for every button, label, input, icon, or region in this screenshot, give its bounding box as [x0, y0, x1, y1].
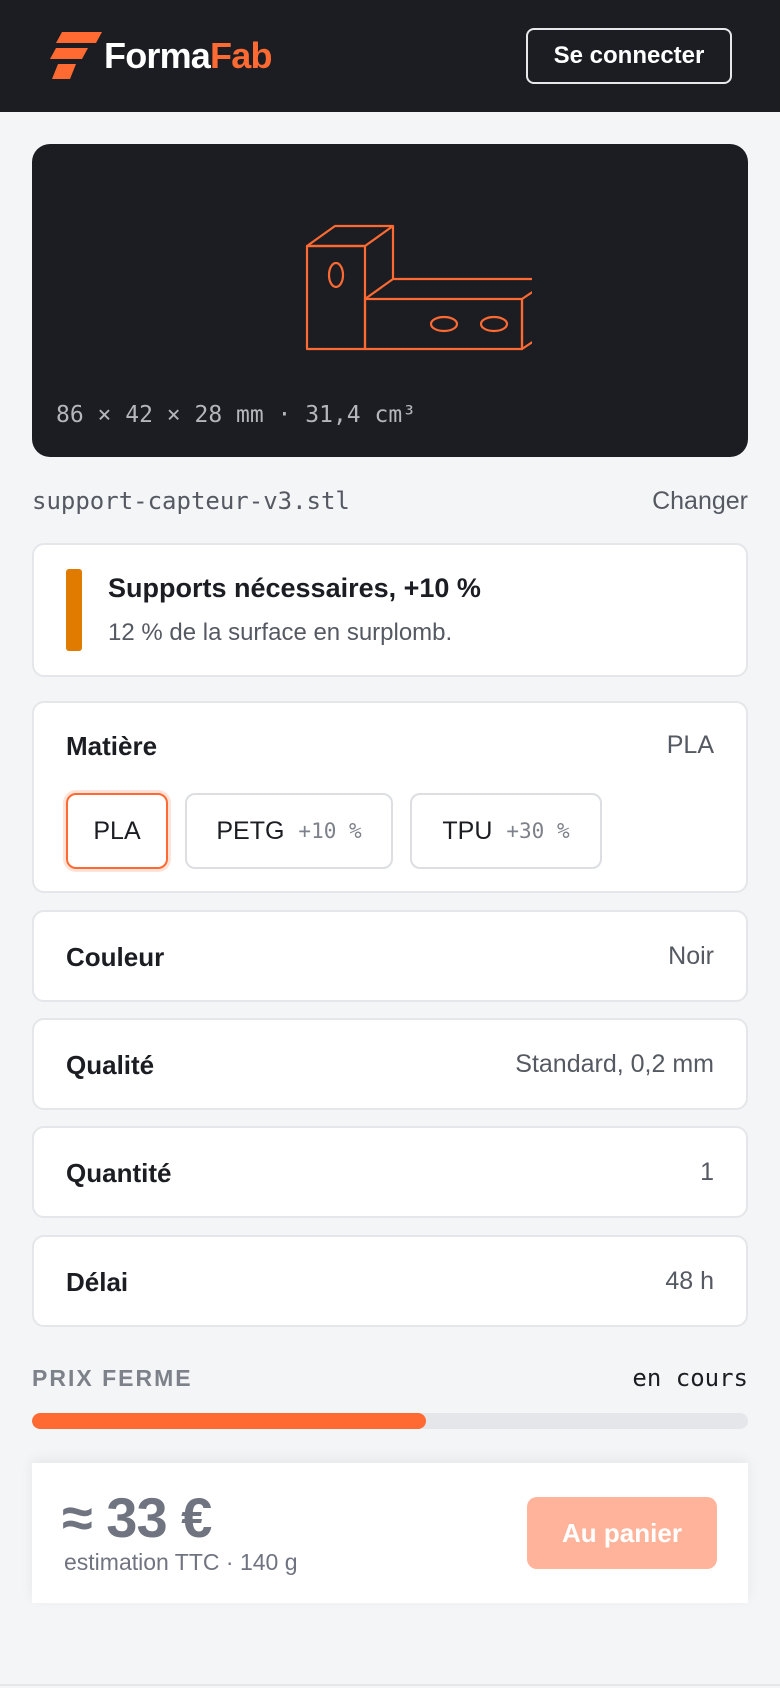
model-preview[interactable]: 86 × 42 × 28 mm · 31,4 cm³ [32, 144, 748, 457]
bottom-divider [0, 1684, 780, 1686]
material-value: PLA [666, 731, 714, 759]
chip-label: PLA [93, 816, 141, 845]
supports-warning: Supports nécessaires, +10 % 12 % de la s… [32, 543, 748, 677]
quality-value: Standard, 0,2 mm [515, 1050, 714, 1078]
lead-time-row[interactable]: Délai 48 h [32, 1235, 748, 1327]
material-chip-pla[interactable]: PLA [66, 793, 168, 869]
price-estimate: ≈ 33 € [62, 1486, 212, 1549]
color-row[interactable]: Couleur Noir [32, 910, 748, 1002]
color-value: Noir [668, 942, 714, 970]
logo-word-forma: Forma [104, 35, 211, 76]
add-to-cart-button[interactable]: Au panier [527, 1497, 717, 1569]
formafab-logo[interactable]: FormaFab [50, 32, 272, 80]
chip-label: PETG [216, 816, 285, 845]
file-row: support-capteur-v3.stl Changer [32, 484, 748, 518]
material-chip-petg[interactable]: PETG +10 % [185, 793, 393, 869]
price-progress-bar [32, 1413, 748, 1429]
quantity-label: Quantité [66, 1158, 172, 1188]
lead-time-value: 48 h [665, 1267, 714, 1295]
change-file-link[interactable]: Changer [652, 487, 748, 516]
price-detail: estimation TTC · 140 g [64, 1549, 298, 1575]
material-label: Matière [66, 731, 158, 761]
warning-detail: 12 % de la surface en surplomb. [108, 619, 453, 646]
quantity-row[interactable]: Quantité 1 [32, 1126, 748, 1218]
material-selector: Matière PLA PLA PETG +10 % TPU +30 % [32, 701, 748, 893]
checkout-bar: ≈ 33 € estimation TTC · 140 g Au panier [32, 1463, 748, 1603]
quality-row[interactable]: Qualité Standard, 0,2 mm [32, 1018, 748, 1110]
material-chips: PLA PETG +10 % TPU +30 % [66, 793, 602, 869]
model-dimensions: 86 × 42 × 28 mm · 31,4 cm³ [56, 402, 417, 428]
chip-surcharge: +10 % [298, 819, 362, 843]
warning-title: Supports nécessaires, +10 % [108, 573, 481, 603]
quality-label: Qualité [66, 1050, 155, 1080]
color-label: Couleur [66, 942, 165, 972]
file-name: support-capteur-v3.stl [32, 487, 350, 515]
chip-label: TPU [442, 816, 493, 845]
price-status-value: en cours [632, 1364, 748, 1392]
top-bar: FormaFab Se connecter [0, 0, 780, 112]
logo-wordmark: FormaFab [104, 35, 272, 77]
material-chip-tpu[interactable]: TPU +30 % [410, 793, 602, 869]
quantity-value: 1 [700, 1158, 714, 1186]
login-button[interactable]: Se connecter [526, 28, 732, 84]
logo-word-fab: Fab [210, 35, 272, 76]
warning-indicator [66, 569, 82, 651]
price-progress-fill [32, 1413, 426, 1429]
chip-surcharge: +30 % [506, 819, 570, 843]
lead-time-label: Délai [66, 1267, 129, 1297]
formafab-logo-icon [50, 32, 102, 79]
price-status-label: PRIX FERME [32, 1365, 193, 1391]
bracket-model-icon [305, 224, 532, 351]
